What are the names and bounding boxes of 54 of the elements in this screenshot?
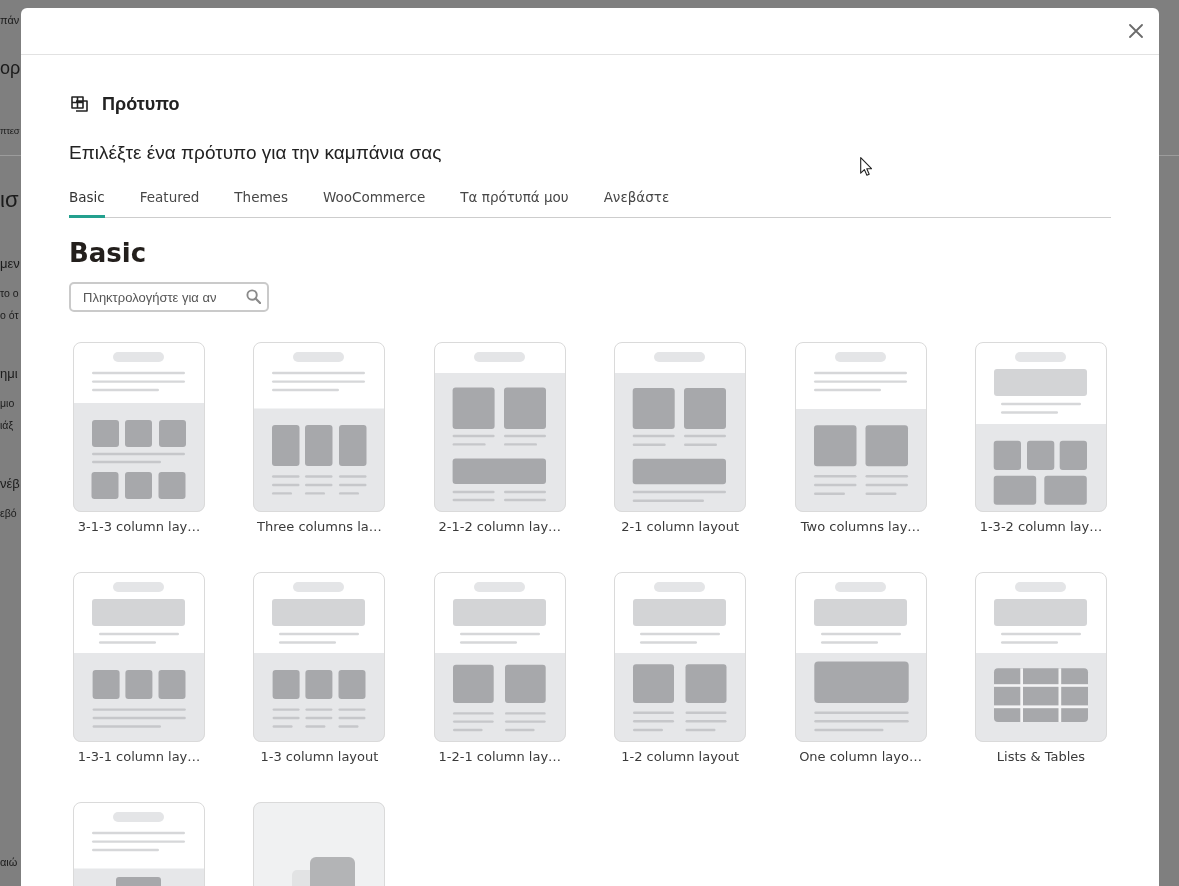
background-page-text: πάν xyxy=(0,13,20,28)
layout-thumbnail-drawing[interactable] xyxy=(73,802,205,886)
background-page-text: εβό xyxy=(0,506,17,521)
layout-thumbnail-drawing[interactable] xyxy=(253,572,386,742)
tab[interactable]: WooCommerce xyxy=(322,187,426,218)
search-field[interactable]: Πληκτρολογήστε για αν xyxy=(69,282,269,312)
layout-thumbnail-drawing[interactable] xyxy=(433,342,566,512)
template-name: 1-3-2 column lay… xyxy=(979,518,1103,536)
tab[interactable]: Featured xyxy=(139,187,200,218)
section-heading: Basic xyxy=(69,237,147,270)
layout-thumbnail-drawing[interactable] xyxy=(433,572,566,742)
tab[interactable]: Themes xyxy=(234,187,288,218)
dialog-subtitle: Επιλέξτε ένα πρότυπο για την καμπάνια σας xyxy=(69,141,442,165)
background-page-text: το ο xyxy=(0,286,19,301)
tab[interactable]: Basic xyxy=(69,187,105,218)
layout-thumbnail-drawing[interactable] xyxy=(974,572,1107,742)
template-name: One column layo… xyxy=(799,748,922,766)
background-page-title: ορ xyxy=(0,57,21,80)
search-icon xyxy=(246,289,261,304)
tab[interactable]: Τα πρότυπά μου xyxy=(460,187,569,218)
layout-thumbnail-drawing[interactable] xyxy=(794,572,927,742)
layout-thumbnail-drawing[interactable] xyxy=(614,342,747,512)
background-page-text: μιο xyxy=(0,396,15,411)
template-name: 1-2-1 column lay… xyxy=(438,748,562,766)
template-name: 1-3-1 column lay… xyxy=(77,748,201,766)
template-name: 3-1-3 column lay… xyxy=(77,518,201,536)
template-name: Two columns lay… xyxy=(800,518,921,536)
background-page-subheading: νέβ xyxy=(0,475,20,493)
background-page-text: αιώ xyxy=(0,855,18,870)
template-name: 1-2 column layout xyxy=(621,748,740,766)
dialog-title: Πρότυπο xyxy=(102,93,180,115)
layout-thumbnail-drawing[interactable] xyxy=(73,572,205,742)
mouse-pointer-icon xyxy=(860,157,872,176)
layout-thumbnail-drawing[interactable] xyxy=(974,342,1107,512)
layout-thumbnail-drawing[interactable] xyxy=(794,342,927,512)
layout-thumbnail-drawing[interactable] xyxy=(73,342,205,512)
tab[interactable]: Ανεβάστε xyxy=(603,187,670,218)
background-page-subheading: μεν xyxy=(0,255,20,273)
template-name: 1-3 column layout xyxy=(260,748,379,766)
template-name: 2-1-2 column lay… xyxy=(438,518,562,536)
background-page-text: ο ότ xyxy=(0,308,19,323)
layout-thumbnail-drawing[interactable] xyxy=(614,572,747,742)
background-page-subheading: ημι xyxy=(0,365,18,383)
close-button[interactable] xyxy=(1127,22,1145,40)
layout-thumbnail-drawing[interactable] xyxy=(253,802,386,886)
background-page-label: πτεσ xyxy=(0,124,20,138)
close-icon xyxy=(1129,24,1143,38)
stacked-squares-icon xyxy=(71,96,88,112)
background-page-heading: ισ xyxy=(0,186,19,214)
layout-thumbnail-drawing[interactable] xyxy=(253,342,386,512)
template-name: Lists & Tables xyxy=(996,748,1086,766)
template-name: Three columns la… xyxy=(257,518,382,536)
template-name: 2-1 column layout xyxy=(621,518,740,536)
background-page-text: ιάξ xyxy=(0,418,14,433)
